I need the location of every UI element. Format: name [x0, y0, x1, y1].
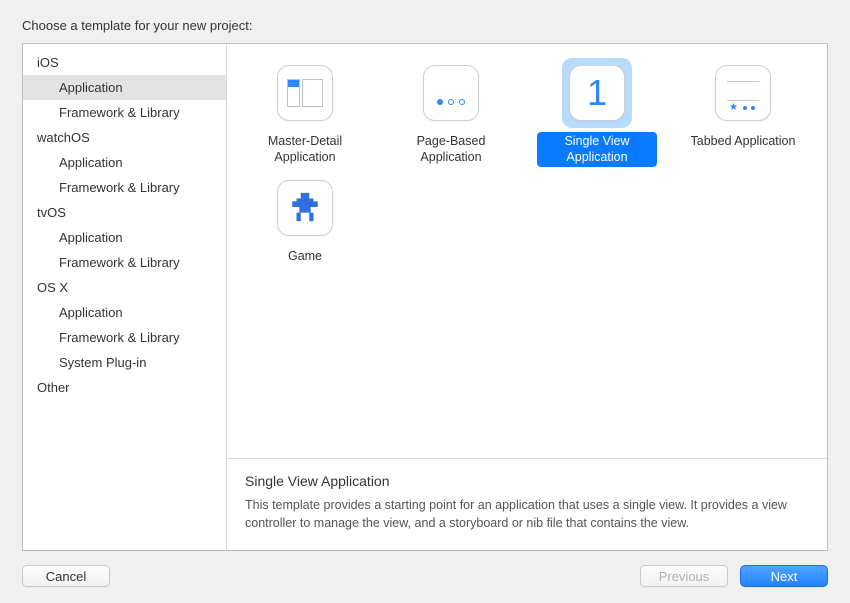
single-view-icon: 1 — [569, 65, 625, 121]
tabbed-icon: ★ — [715, 65, 771, 121]
new-project-template-dialog: Choose a template for your new project: … — [0, 0, 850, 603]
game-icon — [277, 180, 333, 236]
sidebar-item-watchos-framework-library[interactable]: Framework & Library — [23, 175, 226, 200]
sidebar-item-watchos-application[interactable]: Application — [23, 150, 226, 175]
dialog-title: Choose a template for your new project: — [22, 18, 828, 33]
content-box: iOS Application Framework & Library watc… — [22, 43, 828, 551]
template-label: Tabbed Application — [685, 132, 802, 152]
description-panel: Single View Application This template pr… — [227, 458, 827, 550]
main-panel: Master-Detail Application Page-Based App… — [227, 44, 827, 550]
template-label: Game — [282, 247, 328, 267]
sidebar-item-tvos-framework-library[interactable]: Framework & Library — [23, 250, 226, 275]
sidebar: iOS Application Framework & Library watc… — [23, 44, 227, 550]
sidebar-item-osx-framework-library[interactable]: Framework & Library — [23, 325, 226, 350]
button-bar: Cancel Previous Next — [22, 565, 828, 591]
template-label: Single View Application — [537, 132, 657, 167]
sidebar-item-osx-system-plugin[interactable]: System Plug-in — [23, 350, 226, 375]
previous-button[interactable]: Previous — [640, 565, 728, 587]
cancel-button[interactable]: Cancel — [22, 565, 110, 587]
sidebar-category-tvos[interactable]: tvOS — [23, 200, 226, 225]
master-detail-icon — [277, 65, 333, 121]
next-button[interactable]: Next — [740, 565, 828, 587]
sidebar-category-other[interactable]: Other — [23, 375, 226, 400]
template-label: Master-Detail Application — [245, 132, 365, 167]
template-tabbed-application[interactable]: ★ Tabbed Application — [675, 58, 811, 167]
sidebar-category-watchos[interactable]: watchOS — [23, 125, 226, 150]
description-body: This template provides a starting point … — [245, 497, 809, 532]
sidebar-category-osx[interactable]: OS X — [23, 275, 226, 300]
description-title: Single View Application — [245, 473, 809, 489]
sidebar-item-ios-application[interactable]: Application — [23, 75, 226, 100]
sidebar-item-tvos-application[interactable]: Application — [23, 225, 226, 250]
template-label: Page-Based Application — [391, 132, 511, 167]
template-master-detail-application[interactable]: Master-Detail Application — [237, 58, 373, 167]
template-game[interactable]: Game — [237, 173, 373, 267]
sidebar-item-osx-application[interactable]: Application — [23, 300, 226, 325]
template-grid: Master-Detail Application Page-Based App… — [227, 44, 827, 458]
template-page-based-application[interactable]: Page-Based Application — [383, 58, 519, 167]
template-single-view-application[interactable]: 1 Single View Application — [529, 58, 665, 167]
sidebar-item-ios-framework-library[interactable]: Framework & Library — [23, 100, 226, 125]
page-based-icon — [423, 65, 479, 121]
sidebar-category-ios[interactable]: iOS — [23, 50, 226, 75]
